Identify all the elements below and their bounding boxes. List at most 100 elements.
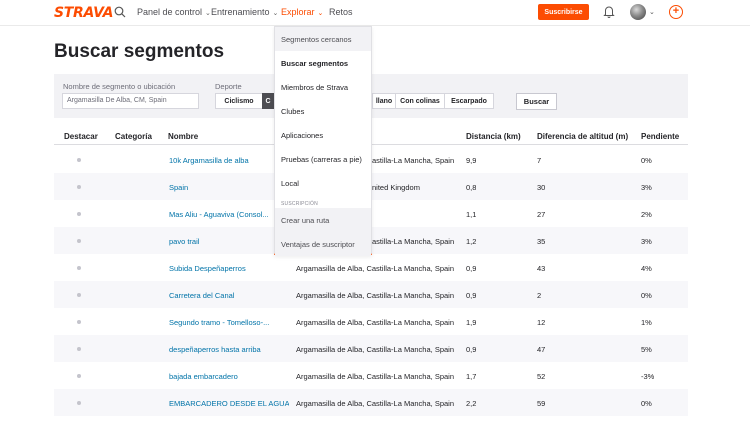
menu-item-ventajas-suscriptor[interactable]: Ventajas de suscriptor [275,232,371,256]
star-icon[interactable] [77,374,81,378]
segment-grade: -3% [641,372,655,381]
segment-grade: 4% [641,264,652,273]
star-icon[interactable] [77,320,81,324]
segment-name-link[interactable]: EMBARCADERO DESDE EL AGUA [169,399,289,408]
segment-elevation: 12 [537,318,546,327]
menu-item-segmentos-cercanos[interactable]: Segmentos cercanos [275,27,371,51]
star-icon[interactable] [77,239,81,243]
table-row: Subida Despeñaperros Argamasilla de Alba… [54,254,688,281]
segment-elevation: 35 [537,237,546,246]
terrain-hilly-button[interactable]: Con colinas [395,93,445,109]
subscribe-button[interactable]: Suscribirse [538,4,589,20]
segment-elevation: 30 [537,183,546,192]
segment-location: astilla-La Mancha, Spain [372,156,455,165]
segment-location: Argamasilla de Alba, Castilla-La Mancha,… [296,372,455,381]
segment-location: Argamasilla de Alba, Castilla-La Mancha,… [296,291,455,300]
segment-location: nited Kingdom [372,183,420,192]
avatar[interactable] [630,4,646,20]
segment-distance: 1,1 [466,210,477,219]
segment-grade: 0% [641,156,652,165]
menu-item-crear-ruta[interactable]: Crear una ruta [275,208,371,232]
terrain-steep-button[interactable]: Escarpado [444,93,494,109]
sport-label: Deporte [215,82,242,91]
table-row: Carretera del Canal Argamasilla de Alba,… [54,281,688,308]
segment-location: Argamasilla de Alba, Castilla-La Mancha,… [296,345,455,354]
segment-grade: 5% [641,345,652,354]
terrain-flat-button[interactable]: llano [372,93,396,109]
segment-elevation: 59 [537,399,546,408]
segment-location: Argamasilla de Alba, Castilla-La Mancha,… [296,399,455,408]
column-header-categoria[interactable]: Categoría [115,132,152,141]
star-icon[interactable] [77,347,81,351]
column-header-altitud[interactable]: Diferencia de altitud (m) [537,132,628,141]
segment-elevation: 2 [537,291,542,300]
segment-grade: 3% [641,237,652,246]
segment-distance: 1,2 [466,237,477,246]
segment-elevation: 47 [537,345,546,354]
segment-name-link[interactable]: pavo trail [169,237,274,246]
star-icon[interactable] [77,266,81,270]
menu-item-clubes[interactable]: Clubes [275,99,371,123]
segment-name-link[interactable]: Spain [169,183,274,192]
segment-distance: 2,2 [466,399,477,408]
segment-distance: 0,9 [466,264,477,273]
segment-elevation: 7 [537,156,542,165]
menu-section-label: SUSCRIPCIÓN [281,201,318,207]
nav-explorar[interactable]: Explorar ⌄ [281,7,323,17]
segment-distance: 1,7 [466,372,477,381]
segment-distance: 0,9 [466,291,477,300]
column-header-destacar[interactable]: Destacar [64,132,98,141]
segment-location: astilla-La Mancha, Spain [372,237,455,246]
menu-item-local[interactable]: Local [275,171,371,195]
segment-elevation: 52 [537,372,546,381]
menu-item-buscar-segmentos[interactable]: Buscar segmentos [275,51,371,75]
table-row: Segundo tramo - Tomelloso-... Argamasill… [54,308,688,335]
segment-distance: 1,9 [466,318,477,327]
star-icon[interactable] [77,158,81,162]
segment-grade: 1% [641,318,652,327]
table-row: bajada embarcadero Argamasilla de Alba, … [54,362,688,389]
explore-dropdown-menu: Segmentos cercanos Buscar segmentos Miem… [274,26,372,256]
star-icon[interactable] [77,293,81,297]
segment-name-link[interactable]: Subida Despeñaperros [169,264,289,273]
sport-running-button[interactable]: C [262,93,274,109]
column-header-distancia[interactable]: Distancia (km) [466,132,521,141]
bell-icon[interactable] [603,5,615,18]
column-header-nombre[interactable]: Nombre [168,132,198,141]
nav-entrenamiento[interactable]: Entrenamiento ⌄ [211,7,278,17]
search-icon[interactable] [114,6,126,18]
segment-name-link[interactable]: 10k Argamasilla de alba [169,156,274,165]
menu-item-miembros[interactable]: Miembros de Strava [275,75,371,99]
segment-name-link[interactable]: Carretera del Canal [169,291,289,300]
segment-grade: 3% [641,183,652,192]
star-icon[interactable] [77,185,81,189]
add-plus-icon[interactable]: + [669,5,683,19]
segment-grade: 0% [641,399,652,408]
chevron-down-icon: ⌄ [272,10,279,17]
star-icon[interactable] [77,401,81,405]
column-header-pendiente[interactable]: Pendiente [641,132,679,141]
segment-elevation: 43 [537,264,546,273]
chevron-down-icon[interactable]: ⌄ [649,8,655,16]
segment-search-input[interactable]: Argamasilla De Alba, CM, Spain [62,93,199,109]
menu-item-pruebas[interactable]: Pruebas (carreras a pie) [275,147,371,171]
segment-grade: 0% [641,291,652,300]
segment-name-link[interactable]: bajada embarcadero [169,372,289,381]
top-navbar: STRAVA Panel de control ⌄ Entrenamiento ⌄ … [0,0,750,26]
sport-cycling-button[interactable]: Ciclismo [215,93,263,109]
strava-logo[interactable]: STRAVA [54,5,114,21]
segment-name-link[interactable]: Segundo tramo - Tomelloso-... [169,318,289,327]
page-title: Buscar segmentos [54,41,225,62]
nav-retos[interactable]: Retos [329,7,353,17]
chevron-down-icon: ⌄ [317,10,324,17]
nav-panel-de-control[interactable]: Panel de control ⌄ [137,7,211,17]
star-icon[interactable] [77,212,81,216]
segment-name-link[interactable]: despeñaperros hasta arriba [169,345,289,354]
segment-label: Nombre de segmento o ubicación [63,82,176,91]
menu-item-aplicaciones[interactable]: Aplicaciones [275,123,371,147]
segment-distance: 0,8 [466,183,477,192]
search-button[interactable]: Buscar [516,93,557,110]
segment-name-link[interactable]: Mas Aliu - Aguaviva (Consol... [169,210,272,219]
segment-elevation: 27 [537,210,546,219]
table-row: despeñaperros hasta arriba Argamasilla d… [54,335,688,362]
